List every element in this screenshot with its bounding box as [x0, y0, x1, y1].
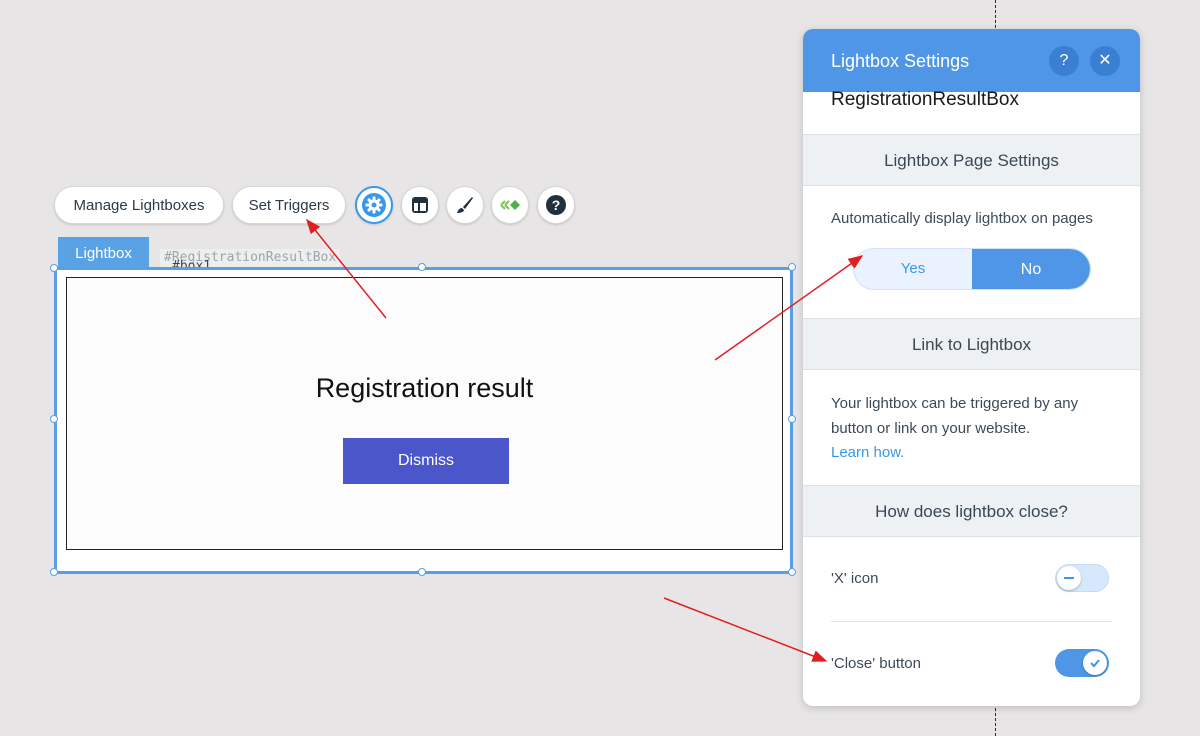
arrow-to-close-button-option	[663, 597, 828, 662]
arrow-to-set-triggers	[306, 218, 387, 319]
arrow-to-auto-display-toggle	[714, 255, 864, 361]
annotation-arrows	[306, 218, 864, 662]
